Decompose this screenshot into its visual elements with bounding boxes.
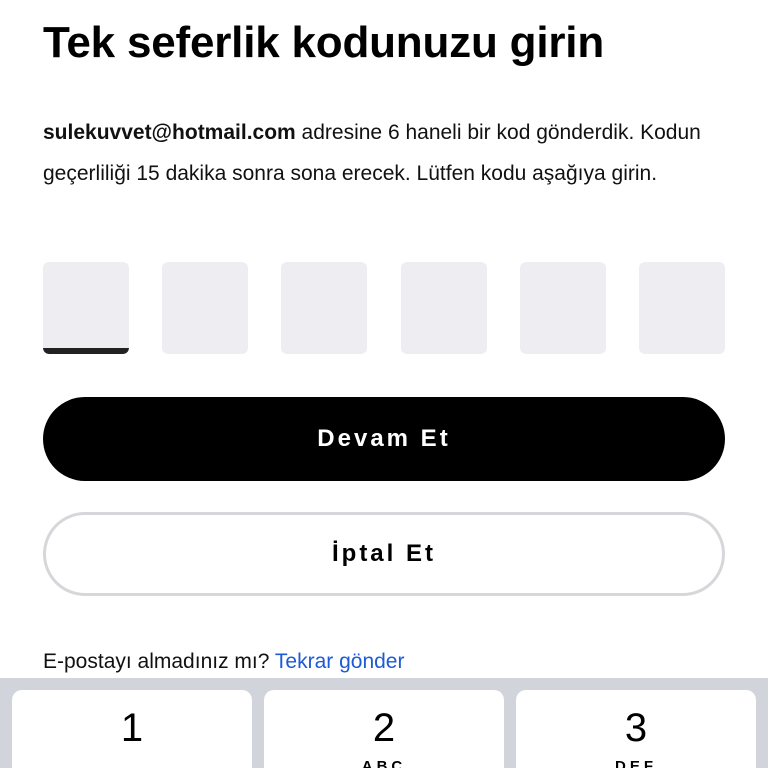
key-1-number: 1 — [120, 706, 144, 750]
key-3-number: 3 — [624, 706, 648, 750]
resend-prompt: E-postayı almadınız mı? — [43, 650, 270, 673]
page-title: Tek seferlik kodunuzu girin — [43, 18, 604, 67]
otp-digit-1[interactable] — [43, 262, 129, 354]
resend-row: E-postayı almadınız mı? Tekrar gönder — [43, 650, 404, 674]
key-2[interactable]: 2 ABC — [264, 690, 504, 768]
otp-digit-2[interactable] — [162, 262, 249, 354]
otp-digit-3[interactable] — [281, 262, 368, 354]
numeric-keyboard: 1 2 ABC 3 DEF — [0, 678, 768, 768]
key-3-letters: DEF — [615, 758, 657, 768]
key-2-letters: ABC — [361, 758, 407, 768]
key-1[interactable]: 1 — [12, 690, 252, 768]
key-2-number: 2 — [372, 706, 396, 750]
resend-link[interactable]: Tekrar gönder — [275, 650, 405, 673]
otp-digit-6[interactable] — [638, 262, 725, 354]
otp-digit-5[interactable] — [519, 262, 606, 354]
otp-input-group — [43, 262, 725, 354]
email-address: sulekuvvet@hotmail.com — [43, 121, 296, 144]
key-3[interactable]: 3 DEF — [516, 690, 756, 768]
cancel-button[interactable]: İptal Et — [43, 512, 725, 596]
instructions-text: sulekuvvet@hotmail.com adresine 6 haneli… — [43, 112, 743, 194]
otp-verification-screen: Tek seferlik kodunuzu girin sulekuvvet@h… — [0, 0, 768, 768]
otp-digit-4[interactable] — [400, 262, 487, 354]
continue-button[interactable]: Devam Et — [43, 397, 725, 481]
